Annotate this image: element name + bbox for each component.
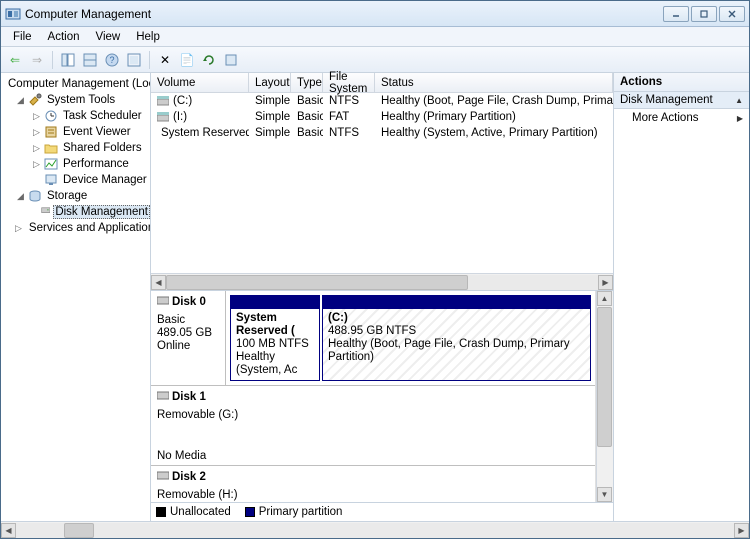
col-status[interactable]: Status [375,73,613,92]
actions-more[interactable]: More Actions ▶ [614,109,749,127]
scroll-up-icon[interactable]: ▲ [597,291,612,306]
expand-icon[interactable]: ▷ [31,143,42,154]
legend: Unallocated Primary partition [151,502,613,521]
svg-text:?: ? [109,55,114,65]
scroll-thumb[interactable] [64,523,94,538]
collapse-icon[interactable]: ◢ [15,191,26,202]
disk-row: Disk 1 Removable (G:) No Media [151,386,595,466]
tree-shared-folders[interactable]: ▷ Shared Folders [1,140,150,156]
tools-icon [28,93,42,107]
volume-row[interactable]: (I:) Simple Basic FAT Healthy (Primary P… [151,109,613,125]
disk-info[interactable]: Disk 0 Basic 489.05 GB Online [151,291,226,385]
disk-row: Disk 2 Removable (H:) No Media [151,466,595,502]
disk-vscroll[interactable]: ▲ ▼ [596,291,613,502]
expand-icon[interactable]: ▷ [31,127,42,138]
menu-help[interactable]: Help [128,29,168,45]
tree-system-tools[interactable]: ◢ System Tools [1,92,150,108]
show-hide-tree-button[interactable] [58,50,78,70]
volume-row[interactable]: (C:) Simple Basic NTFS Healthy (Boot, Pa… [151,93,613,109]
outer-hscroll[interactable]: ◀ ▶ [1,521,749,538]
partition-c[interactable]: (C:) 488.95 GB NTFS Healthy (Boot, Page … [322,295,591,381]
legend-swatch-unallocated [156,507,166,517]
tree-disk-management[interactable]: ▷ Disk Management [1,204,150,220]
window-frame: Computer Management File Action View Hel… [0,0,750,539]
nav-back-button[interactable]: ⇐ [5,50,25,70]
volume-list: Volume Layout Type File System Status (C… [151,73,613,291]
collapse-icon[interactable]: ◢ [15,95,26,106]
window-title: Computer Management [25,7,151,21]
actions-header: Actions [614,73,749,92]
storage-icon [28,189,42,203]
minimize-button[interactable] [663,6,689,22]
scroll-right-icon[interactable]: ▶ [734,523,749,538]
center-pane: Volume Layout Type File System Status (C… [151,73,613,521]
tree-device-manager[interactable]: ▷ Device Manager [1,172,150,188]
disk-icon [157,470,169,483]
disk-icon [157,295,169,308]
refresh-button[interactable] [199,50,219,70]
disk-row: Disk 0 Basic 489.05 GB Online System Res… [151,291,595,386]
col-fs[interactable]: File System [323,73,375,92]
menu-action[interactable]: Action [40,29,88,45]
close-button[interactable] [719,6,745,22]
toolbar: ⇐ ⇒ ? ✕ 📄 [1,47,749,73]
app-icon [5,6,21,22]
drive-icon [157,96,169,106]
maximize-button[interactable] [691,6,717,22]
menu-view[interactable]: View [88,29,129,45]
disk-info[interactable]: Disk 1 Removable (G:) No Media [151,386,595,465]
help-button[interactable]: ? [102,50,122,70]
tree-task-scheduler[interactable]: ▷ Task Scheduler [1,108,150,124]
toolbar-button-10[interactable] [221,50,241,70]
scroll-right-icon[interactable]: ▶ [598,275,613,290]
disk-map: Disk 0 Basic 489.05 GB Online System Res… [151,291,613,502]
toolbar-button-6[interactable] [124,50,144,70]
disk-icon [157,390,169,403]
actions-group-disk-management[interactable]: Disk Management ▲ [614,92,749,109]
scroll-down-icon[interactable]: ▼ [597,487,612,502]
disk-icon [41,205,51,219]
scroll-left-icon[interactable]: ◀ [151,275,166,290]
titlebar: Computer Management [1,1,749,27]
scroll-left-icon[interactable]: ◀ [1,523,16,538]
chevron-right-icon: ▶ [737,114,743,123]
partition-system-reserved[interactable]: System Reserved ( 100 MB NTFS Healthy (S… [230,295,320,381]
volume-row[interactable]: System Reserved (E:) Simple Basic NTFS H… [151,125,613,141]
tree-performance[interactable]: ▷ Performance [1,156,150,172]
nav-forward-button[interactable]: ⇒ [27,50,47,70]
toolbar-button-4[interactable] [80,50,100,70]
nav-tree: Computer Management (Local ◢ System Tool… [1,73,151,521]
device-icon [44,173,58,187]
actions-pane: Actions Disk Management ▲ More Actions ▶ [613,73,749,521]
tree-services[interactable]: ▷ Services and Applications [1,220,150,236]
tree-root[interactable]: Computer Management (Local [1,76,150,92]
expand-icon[interactable]: ▷ [31,111,42,122]
volume-hscroll[interactable]: ◀ ▶ [151,273,613,290]
event-icon [44,125,58,139]
col-type[interactable]: Type [291,73,323,92]
scroll-thumb[interactable] [166,275,468,290]
disk-info[interactable]: Disk 2 Removable (H:) No Media [151,466,595,502]
collapse-icon: ▲ [735,96,743,105]
tree-storage[interactable]: ◢ Storage [1,188,150,204]
legend-swatch-primary [245,507,255,517]
folder-icon [44,141,58,155]
scroll-thumb[interactable] [597,307,612,447]
expand-icon[interactable]: ▷ [15,223,22,234]
menubar: File Action View Help [1,27,749,47]
drive-icon [157,112,169,122]
perf-icon [44,157,58,171]
tree-event-viewer[interactable]: ▷ Event Viewer [1,124,150,140]
properties-button[interactable]: 📄 [177,50,197,70]
col-layout[interactable]: Layout [249,73,291,92]
expand-icon[interactable]: ▷ [31,159,42,170]
col-volume[interactable]: Volume [151,73,249,92]
clock-icon [44,109,58,123]
menu-file[interactable]: File [5,29,40,45]
toolbar-button-7[interactable]: ✕ [155,50,175,70]
